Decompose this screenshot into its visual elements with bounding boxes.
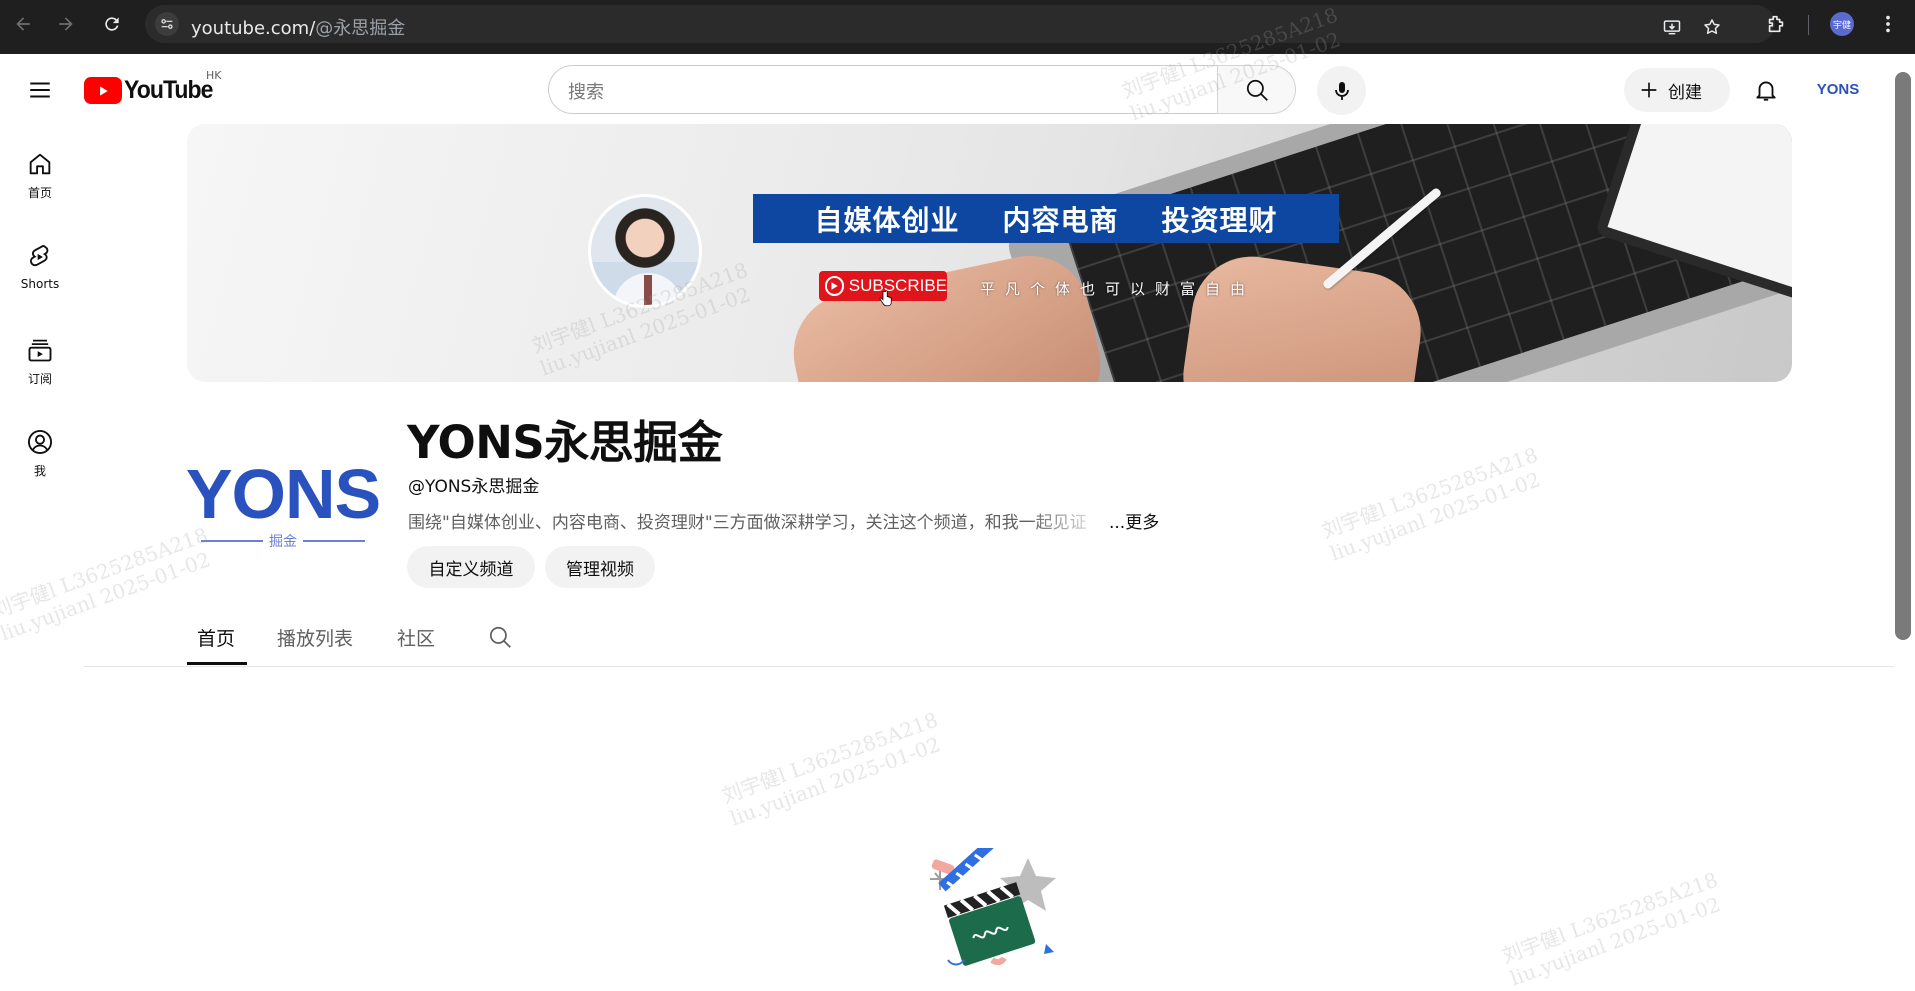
customize-channel-label: 自定义频道 bbox=[428, 559, 514, 580]
customize-channel-button[interactable]: 自定义频道 bbox=[407, 546, 535, 588]
back-arrow-icon bbox=[16, 17, 30, 31]
guide-item-label: 首页 bbox=[27, 186, 52, 200]
youtube-wordmark: YouTube bbox=[124, 76, 213, 104]
address-bar[interactable]: youtube.com/@永思掘金 bbox=[145, 5, 1775, 43]
guide-item-label: 订阅 bbox=[27, 372, 52, 386]
tab-label: 播放列表 bbox=[277, 628, 354, 650]
url-host: youtube.com/ bbox=[191, 18, 316, 39]
channel-banner: 自媒体创业 内容电商 投资理财 SUBSCRIBE 平凡个体也可以财富自由 bbox=[187, 124, 1792, 382]
notifications-button[interactable] bbox=[1748, 72, 1784, 108]
youtube-logo[interactable]: YouTube HK bbox=[84, 69, 222, 105]
search-button[interactable] bbox=[1217, 65, 1296, 114]
guide-item-you[interactable]: 我 bbox=[4, 414, 76, 488]
shorts-icon bbox=[30, 245, 49, 267]
banner-hand-left bbox=[782, 244, 1112, 382]
extensions-icon[interactable] bbox=[1764, 12, 1788, 36]
banner-title-strip: 自媒体创业 内容电商 投资理财 bbox=[753, 194, 1339, 243]
hamburger-menu-icon bbox=[30, 82, 50, 98]
channel-avatar-subtext: 掘金 bbox=[269, 534, 297, 550]
guide-item-shorts[interactable]: Shorts bbox=[4, 229, 76, 303]
play-circle-icon bbox=[825, 276, 844, 296]
guide-item-subscriptions[interactable]: 订阅 bbox=[4, 322, 76, 396]
install-app-icon[interactable] bbox=[1660, 15, 1684, 39]
account-avatar-text: YONS bbox=[1816, 80, 1860, 98]
clapperboard-illustration-icon bbox=[930, 848, 1056, 966]
channel-name: YONS永思掘金 bbox=[407, 416, 723, 469]
channel-description-text: 围绕"自媒体创业、内容电商、投资理财"三方面做深耕学习，关注这个频道，和我一起见… bbox=[408, 513, 1087, 533]
banner-title-word: 自媒体创业 bbox=[814, 203, 960, 237]
back-button[interactable] bbox=[10, 11, 36, 37]
tab-label: 首页 bbox=[197, 628, 236, 650]
forward-button[interactable] bbox=[53, 11, 79, 37]
home-icon bbox=[29, 153, 51, 175]
profile-avatar[interactable]: 宇健 bbox=[1830, 12, 1854, 36]
account-avatar[interactable]: YONS bbox=[1814, 75, 1862, 103]
channel-handle: @YONS永思掘金 bbox=[408, 477, 540, 497]
search-icon bbox=[1246, 79, 1268, 101]
profile-avatar-label: 宇健 bbox=[1832, 20, 1851, 31]
region-code: HK bbox=[206, 69, 222, 82]
microphone-icon bbox=[1334, 81, 1349, 100]
guide-item-label: 我 bbox=[33, 464, 46, 478]
site-info-icon[interactable] bbox=[155, 12, 179, 36]
channel-search-button[interactable] bbox=[487, 624, 515, 652]
banner-title-word: 投资理财 bbox=[1161, 203, 1278, 237]
tab-label: 社区 bbox=[397, 628, 436, 650]
create-button-label: 创建 bbox=[1668, 82, 1702, 103]
watermark: 刘宇健l L3625285A218 liu.yujianl 2025-01-02 bbox=[1318, 442, 1544, 566]
search-placeholder: 搜索 bbox=[568, 82, 604, 103]
manage-videos-button[interactable]: 管理视频 bbox=[545, 546, 655, 588]
banner-portrait bbox=[588, 194, 702, 308]
banner-slogan: 平凡个体也可以财富自由 bbox=[980, 280, 1256, 298]
url-text: youtube.com/@永思掘金 bbox=[191, 14, 405, 40]
browser-toolbar: youtube.com/@永思掘金 宇健 bbox=[0, 0, 1915, 54]
search-icon bbox=[489, 626, 511, 648]
manage-videos-label: 管理视频 bbox=[566, 559, 634, 580]
guide-item-home[interactable]: 首页 bbox=[4, 136, 76, 210]
channel-avatar-text: YONS bbox=[185, 455, 381, 533]
url-path: @永思掘金 bbox=[315, 18, 406, 39]
subscriptions-icon bbox=[28, 339, 52, 362]
tab-home[interactable]: 首页 bbox=[197, 624, 235, 651]
search-input[interactable]: 搜索 bbox=[548, 65, 1218, 114]
channel-avatar-subline: 掘金 bbox=[201, 531, 365, 551]
toolbar-separator bbox=[1808, 15, 1809, 35]
banner-title-word: 内容电商 bbox=[1002, 203, 1119, 237]
watermark: 刘宇健l L3625285A218 liu.yujianl 2025-01-02 bbox=[718, 707, 944, 831]
tab-community[interactable]: 社区 bbox=[397, 624, 435, 651]
bookmark-star-icon[interactable] bbox=[1700, 15, 1724, 39]
youtube-play-icon bbox=[84, 77, 122, 104]
banner-subscribe-label: SUBSCRIBE bbox=[848, 276, 947, 295]
account-circle-icon bbox=[27, 429, 53, 455]
create-button[interactable]: 创建 bbox=[1624, 68, 1730, 112]
active-tab-indicator bbox=[187, 662, 247, 665]
tabs-divider bbox=[84, 666, 1894, 667]
tab-playlists[interactable]: 播放列表 bbox=[277, 624, 353, 651]
reload-icon bbox=[105, 17, 119, 31]
plus-icon bbox=[1641, 82, 1657, 98]
forward-arrow-icon bbox=[59, 17, 73, 31]
channel-description[interactable]: 围绕"自媒体创业、内容电商、投资理财"三方面做深耕学习，关注这个频道，和我一起见… bbox=[408, 508, 1108, 533]
guide-item-label: Shorts bbox=[20, 277, 60, 291]
watermark: 刘宇健l L3625285A218 liu.yujianl 2025-01-02 bbox=[1498, 867, 1724, 991]
voice-search-button[interactable] bbox=[1317, 66, 1366, 115]
hand-cursor-icon bbox=[879, 290, 892, 307]
page-scrollbar-thumb[interactable] bbox=[1895, 72, 1911, 640]
reload-button[interactable] bbox=[99, 11, 125, 37]
guide-menu-button[interactable] bbox=[24, 74, 56, 106]
bell-icon bbox=[1756, 81, 1776, 101]
channel-avatar[interactable]: YONS 掘金 bbox=[185, 440, 381, 570]
browser-menu-icon[interactable] bbox=[1876, 12, 1900, 36]
description-more-link[interactable]: ...更多 bbox=[1109, 508, 1159, 533]
